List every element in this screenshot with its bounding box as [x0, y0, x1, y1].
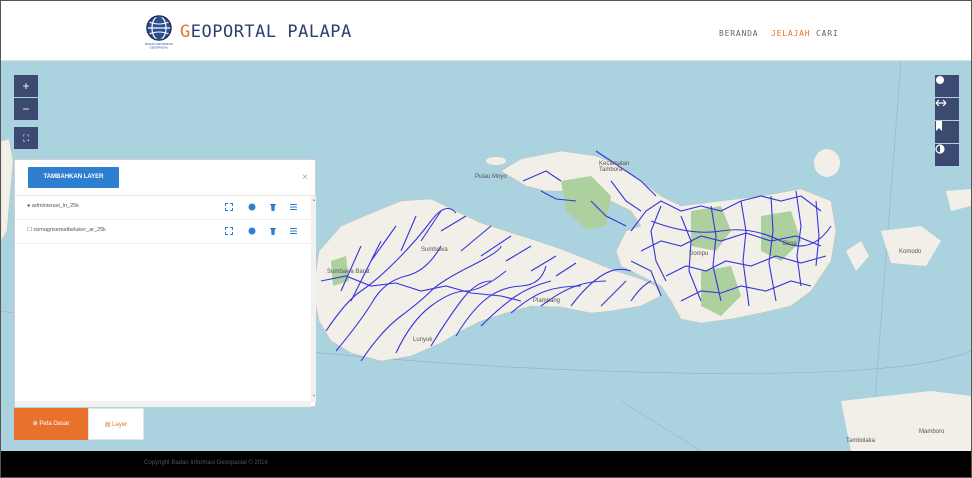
map-label-tambora: Kecamatan Tambora	[599, 161, 630, 173]
map-label-sumbawa-barat: Sumbawa Barat	[327, 269, 370, 275]
zoom-to-layer-icon[interactable]	[224, 202, 234, 212]
fullscreen-icon: ⛶	[22, 133, 30, 143]
map-label-dompu: Dompu	[689, 251, 709, 257]
header: BADAN INFORMASI GEOSPASIAL GEOPORTAL PAL…	[1, 1, 971, 61]
plus-icon: +	[22, 79, 30, 93]
map-label-pulau-moyo: Pulau Moyo	[475, 174, 507, 180]
swipe-button[interactable]	[935, 98, 959, 120]
contrast-icon	[935, 144, 945, 154]
zoom-to-layer-icon[interactable]	[224, 226, 234, 236]
swap-icon	[935, 99, 947, 107]
scroll-up-icon[interactable]: ▲	[312, 197, 316, 202]
brand-title-rest: EOPORTAL PALAPA	[190, 22, 352, 42]
tab-peta-dasar-label: Peta Dasar	[39, 421, 70, 427]
map-label-mamboro: Mamboro	[919, 429, 945, 435]
layer-panel: TAMBAHKAN LAYER × ● adminisrasi_ln_25k ☐…	[14, 159, 316, 407]
circle-icon	[936, 76, 944, 84]
visibility-icon[interactable]	[247, 226, 257, 236]
menu-icon[interactable]	[288, 202, 298, 212]
layer-label: adminisrasi_ln_25k	[31, 203, 79, 209]
map-label-plampang: Plampang	[533, 298, 561, 304]
zoom-in-button[interactable]: +	[14, 75, 38, 97]
bookmark-button[interactable]	[935, 121, 959, 143]
layer-name: ☐ rsimagrisematbeluker_ar_25k	[27, 227, 106, 233]
svg-text:GEOSPASIAL: GEOSPASIAL	[150, 46, 169, 50]
scroll-down-icon[interactable]: ▼	[312, 393, 316, 398]
map-label-bima: Bima	[783, 241, 797, 247]
map-label-tambolaka: Tambolaka	[846, 438, 876, 444]
nav-cari[interactable]: CARI	[816, 29, 838, 38]
delete-icon[interactable]	[268, 226, 278, 236]
layer-row[interactable]: ☐ rsimagrisematbeluker_ar_25k	[15, 220, 311, 244]
minus-icon: −	[22, 102, 30, 116]
brand-title-first: G	[180, 22, 191, 42]
layers-icon: ▤	[104, 422, 111, 428]
visibility-icon[interactable]	[247, 202, 257, 212]
contrast-button[interactable]	[935, 144, 959, 166]
layer-label: rsimagrisematbeluker_ar_25k	[33, 227, 106, 233]
map-label-sumbawa: Sumbawa	[421, 247, 448, 253]
zoom-out-button[interactable]: −	[14, 98, 38, 120]
delete-icon[interactable]	[268, 202, 278, 212]
nav-beranda[interactable]: BERANDA	[719, 29, 758, 38]
vertical-scrollbar[interactable]	[311, 196, 316, 402]
close-icon[interactable]: ×	[302, 172, 308, 183]
nav-jelajah[interactable]: JELAJAH	[771, 29, 810, 38]
tab-layer-label: Layer	[112, 422, 128, 428]
globe-icon: ⊕	[32, 421, 38, 427]
layer-bullet-icon: ●	[27, 203, 31, 209]
geoportal-logo-icon[interactable]: BADAN INFORMASI GEOSPASIAL	[141, 13, 177, 49]
map-label-komodo: Komodo	[899, 249, 922, 255]
horizontal-scrollbar[interactable]	[15, 401, 311, 407]
map-label-lunyuk: Lunyuk	[413, 337, 433, 343]
layer-name: ● adminisrasi_ln_25k	[27, 203, 79, 209]
footer: Copyright Badan Informasi Geospasial © 2…	[1, 451, 971, 477]
menu-icon[interactable]	[288, 226, 298, 236]
bookmark-icon	[936, 121, 942, 131]
layer-row[interactable]: ● adminisrasi_ln_25k	[15, 196, 311, 220]
app-frame: BADAN INFORMASI GEOSPASIAL GEOPORTAL PAL…	[0, 0, 972, 478]
basemap-toggle-button[interactable]	[935, 75, 959, 97]
tab-layer[interactable]: ▤ Layer	[88, 408, 144, 440]
copyright-text: Copyright Badan Informasi Geospasial © 2…	[144, 460, 268, 466]
layer-bullet-icon: ☐	[27, 227, 32, 233]
add-layer-button[interactable]: TAMBAHKAN LAYER	[28, 167, 119, 188]
tab-peta-dasar[interactable]: ⊕ Peta Dasar	[14, 408, 88, 440]
brand-title[interactable]: GEOPORTAL PALAPA	[180, 22, 352, 42]
fullscreen-button[interactable]: ⛶	[14, 127, 38, 149]
